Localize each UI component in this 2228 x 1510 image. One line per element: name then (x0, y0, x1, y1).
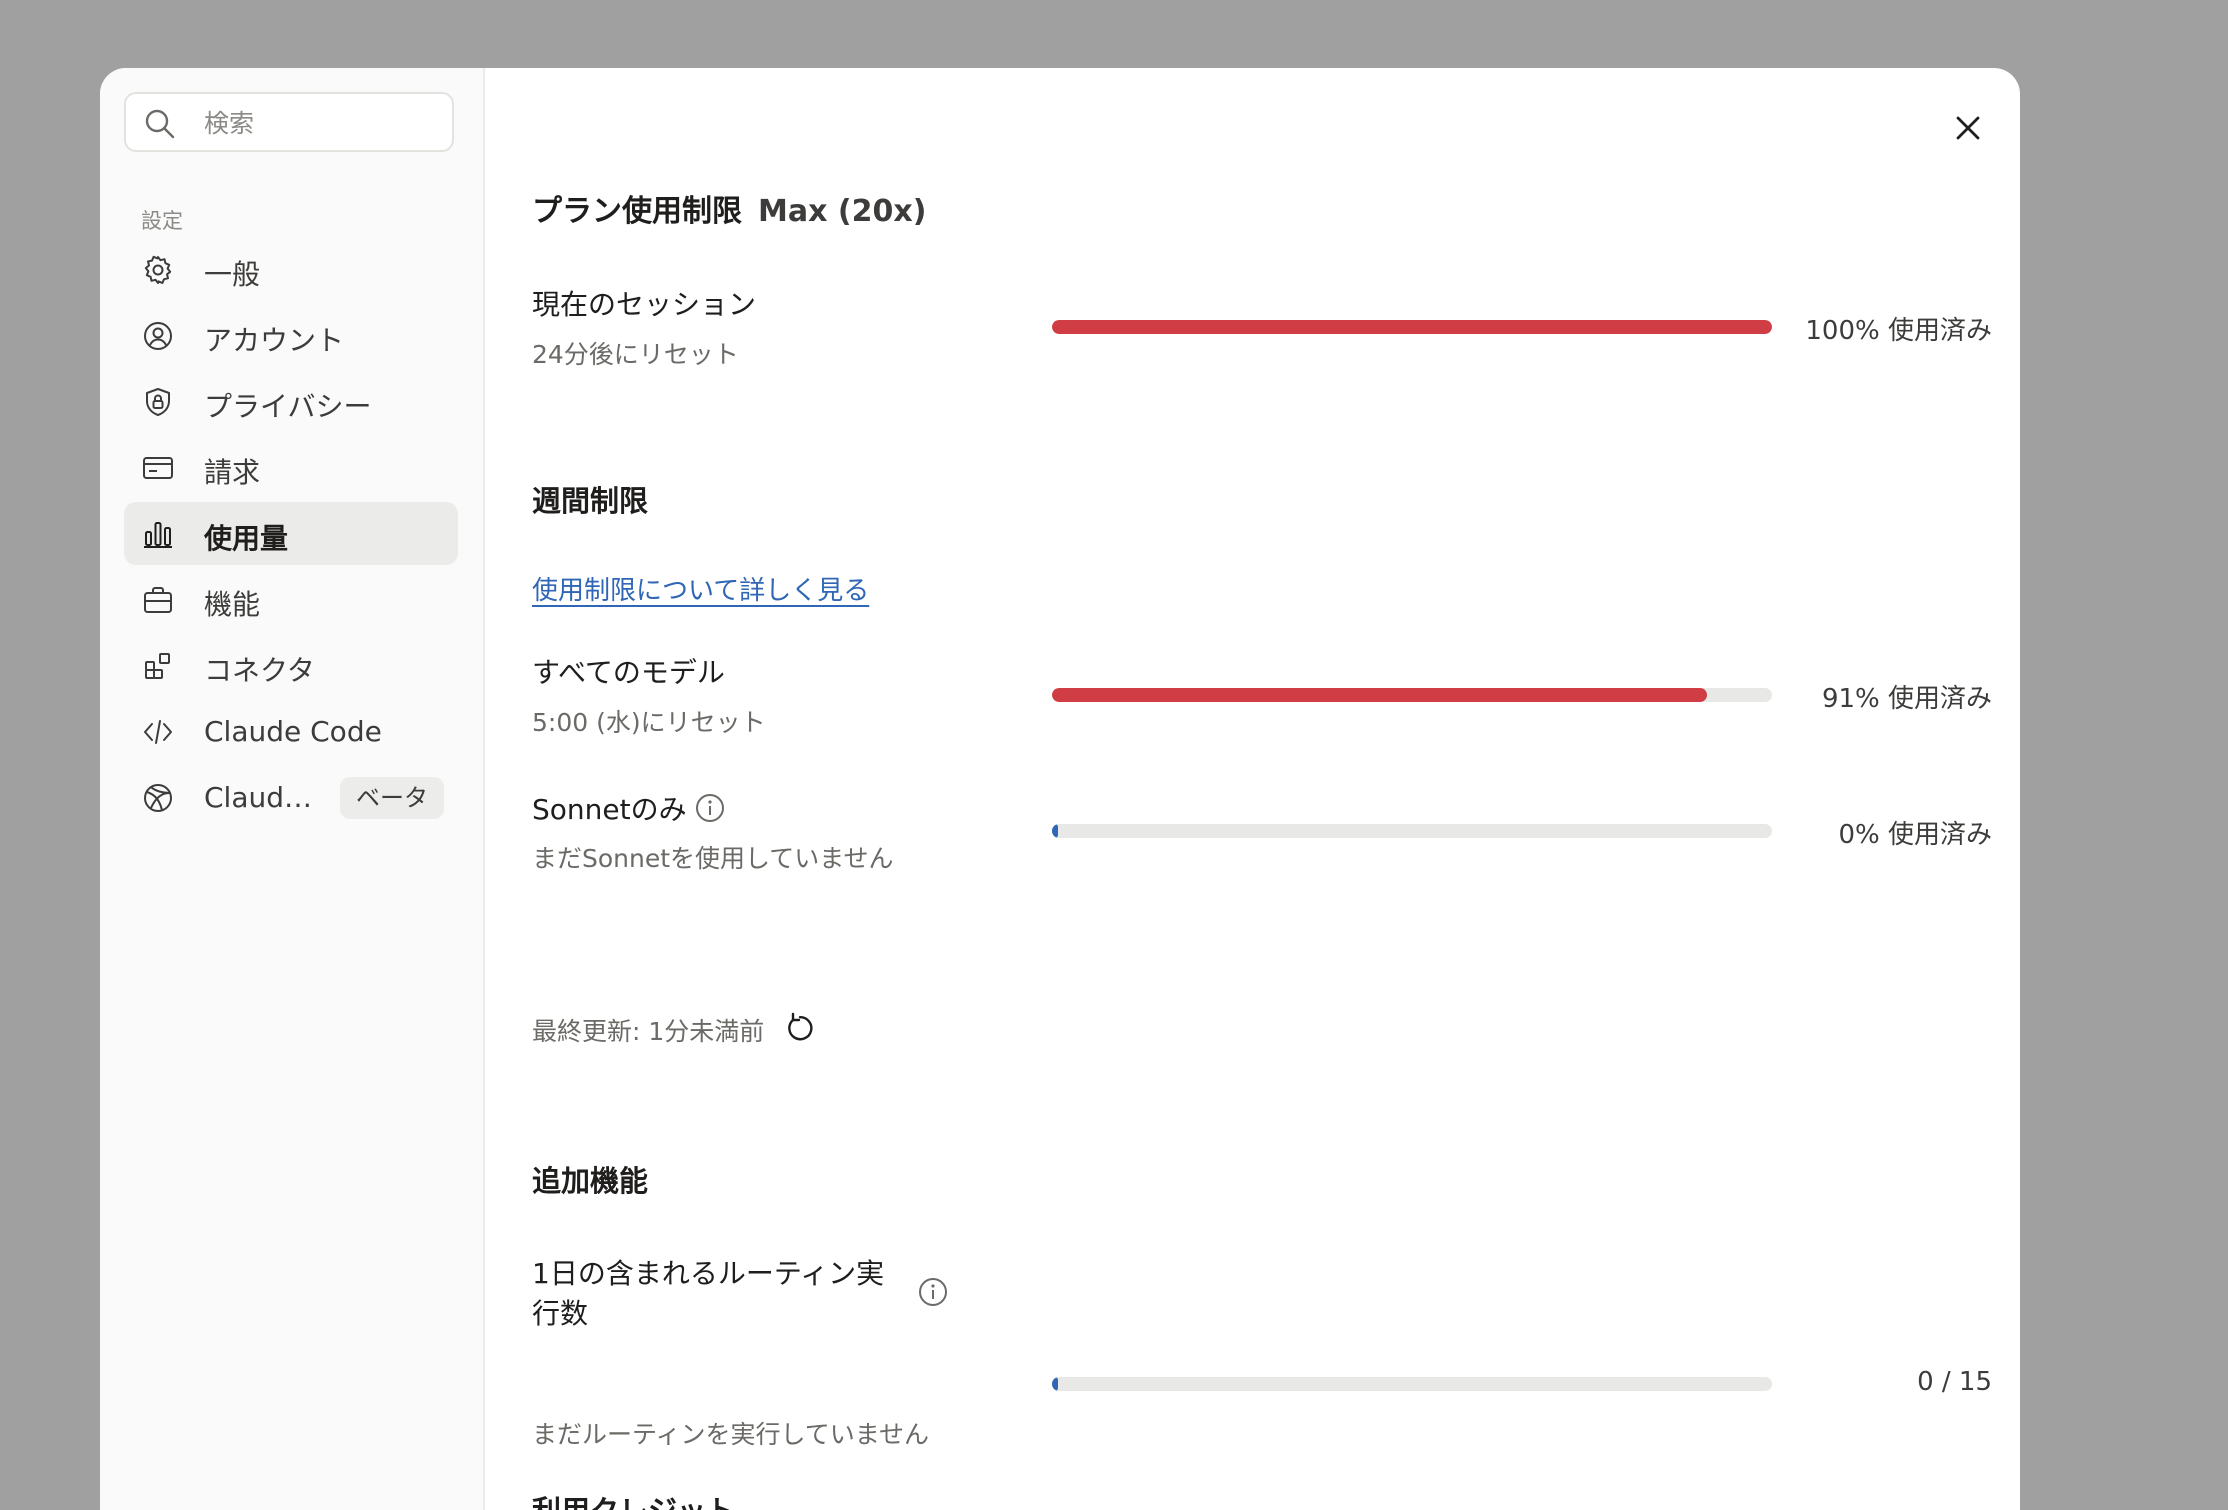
user-circle-icon (144, 322, 172, 350)
sidebar-item-label: コネクタ (204, 654, 315, 687)
code-icon (144, 720, 172, 744)
sidebar-nav: 一般 アカウント プライバシー 請求 使用量 機能 コネクタ Claude Co… (124, 238, 458, 832)
sidebar-item-label: Claud… (204, 781, 313, 814)
all-models-title: すべてのモデル (532, 656, 725, 689)
settings-section-label: 設定 (141, 209, 183, 233)
session-percent: 100% 使用済み (1805, 316, 1992, 346)
sidebar-item-label: Claude Code (204, 715, 382, 748)
sonnet-progress-bar (1052, 824, 1772, 838)
sidebar-item-features[interactable]: 機能 (124, 568, 458, 631)
briefcase-icon (144, 587, 172, 613)
sidebar-item-label: プライバシー (204, 390, 372, 423)
session-progress-fill (1052, 320, 1772, 334)
sidebar-item-claude-code[interactable]: Claude Code (124, 700, 458, 763)
page-title: プラン使用制限 Max (20x) (532, 186, 926, 230)
sidebar-item-label: 一般 (204, 258, 261, 291)
sidebar-item-connectors[interactable]: コネクタ (124, 634, 458, 697)
search-input[interactable] (202, 104, 446, 142)
sidebar-item-usage[interactable]: 使用量 (124, 502, 458, 565)
routines-progress-bar (1052, 1377, 1772, 1391)
routines-progress-fill (1052, 1377, 1058, 1391)
sonnet-progress-fill (1052, 824, 1058, 838)
search-box[interactable] (124, 92, 454, 152)
routines-title-line1: 1日の含まれるルーティン実 (532, 1257, 885, 1290)
gear-icon (144, 255, 172, 284)
sidebar-item-billing[interactable]: 請求 (124, 436, 458, 499)
session-title: 現在のセッション (532, 288, 757, 321)
info-icon[interactable] (917, 1276, 949, 1308)
settings-modal: 設定 一般 アカウント (100, 68, 2020, 1510)
last-updated: 最終更新: 1分未満前 (532, 1017, 765, 1046)
sidebar: 設定 一般 アカウント (100, 68, 485, 1510)
extra-features-heading: 追加機能 (532, 1164, 649, 1198)
globe-icon (144, 784, 172, 812)
sidebar-item-label: 使用量 (204, 522, 289, 555)
sonnet-title: Sonnetのみ (532, 793, 687, 826)
search-icon (145, 109, 175, 139)
sonnet-percent: 0% 使用済み (1838, 820, 1992, 850)
sidebar-item-label: 機能 (204, 588, 261, 621)
credit-card-icon (143, 457, 173, 479)
sidebar-item-account[interactable]: アカウント (124, 304, 458, 367)
weekly-heading: 週間制限 (532, 484, 649, 518)
sidebar-item-privacy[interactable]: プライバシー (124, 370, 458, 433)
beta-badge: ベータ (340, 777, 444, 819)
session-progress-bar (1052, 320, 1772, 334)
routines-title-line2: 行数 (532, 1297, 589, 1330)
all-models-percent: 91% 使用済み (1821, 684, 1992, 714)
blocks-icon (145, 653, 170, 679)
all-models-reset: 5:00 (水)にリセット (532, 708, 766, 737)
plan-name: Max (20x) (758, 194, 927, 229)
learn-more-link[interactable]: 使用制限について詳しく見る (532, 570, 869, 607)
sidebar-item-label: 請求 (204, 456, 261, 489)
routines-status: まだルーティンを実行していません (532, 1420, 930, 1449)
sidebar-item-claude-browser[interactable]: Claud… ベータ (124, 766, 458, 829)
all-models-progress-bar (1052, 688, 1772, 702)
sidebar-item-label: アカウント (204, 324, 345, 357)
session-reset: 24分後にリセット (532, 340, 739, 369)
sidebar-item-general[interactable]: 一般 (124, 238, 458, 301)
shield-lock-icon (146, 388, 170, 416)
refresh-icon[interactable] (784, 1012, 816, 1044)
plan-limits-title: プラン使用制限 (532, 194, 742, 229)
all-models-progress-fill (1052, 688, 1708, 702)
info-icon[interactable] (694, 792, 726, 824)
routines-count: 0 / 15 (1917, 1367, 1992, 1397)
credits-heading: 利用クレジット (532, 1488, 735, 1510)
usage-panel: プラン使用制限 Max (20x) 現在のセッション 24分後にリセット 100%… (532, 68, 1992, 1510)
sonnet-status: まだSonnetを使用していません (532, 844, 894, 873)
bar-chart-icon (144, 522, 172, 548)
